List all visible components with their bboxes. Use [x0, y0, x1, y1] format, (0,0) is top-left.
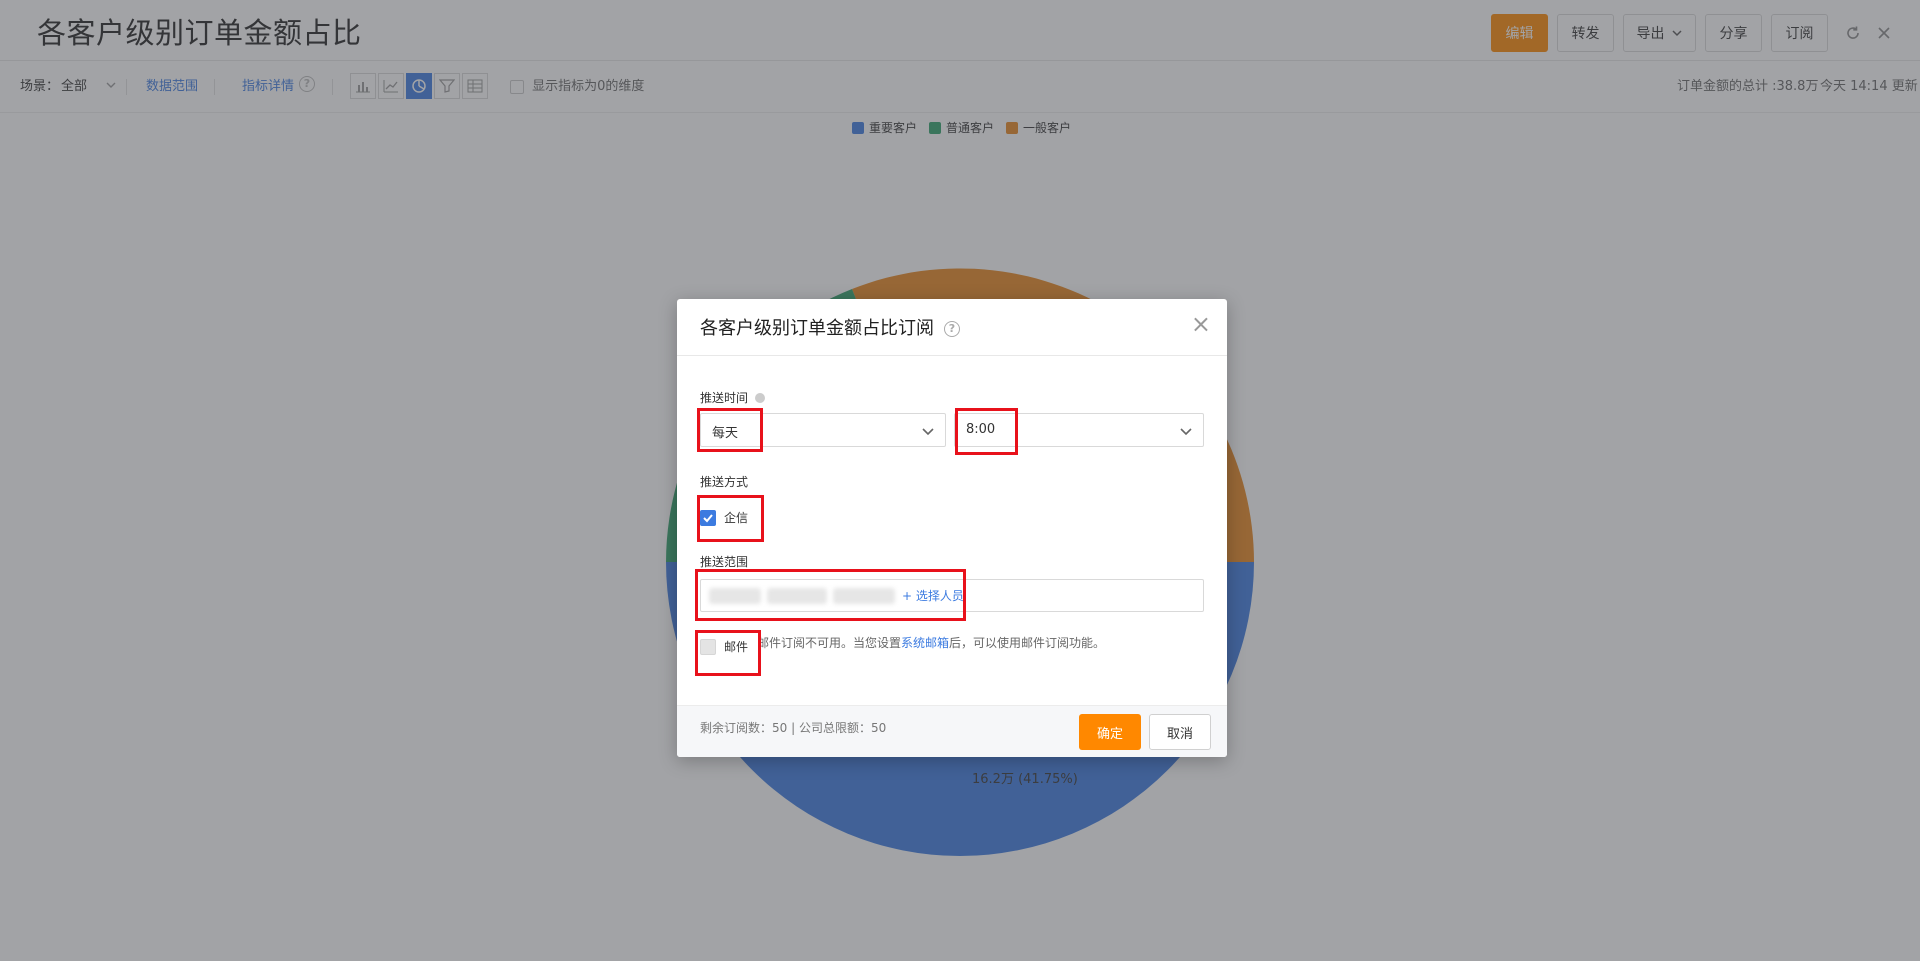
dialog-header: 各客户级别订单金额占比订阅? ×: [677, 299, 1227, 356]
frequency-select[interactable]: 每天: [700, 413, 946, 447]
push-scope-label: 推送范围: [700, 555, 749, 569]
cancel-button[interactable]: 取消: [1149, 714, 1211, 750]
confirm-button[interactable]: 确定: [1079, 714, 1141, 750]
add-person-link[interactable]: + 选择人员: [902, 587, 964, 604]
checkbox-checked[interactable]: [700, 509, 716, 526]
frequency-value: 每天: [712, 426, 739, 441]
mail-note-prefix: 邮件订阅不可用。当您设置: [757, 636, 902, 650]
mail-checkbox[interactable]: 邮件: [700, 638, 748, 655]
recipient-field[interactable]: + 选择人员: [700, 579, 1204, 612]
mail-note-suffix: 后，可以使用邮件订阅功能。: [949, 636, 1106, 650]
dialog-title-text: 各客户级别订单金额占比订阅: [700, 318, 934, 339]
dialog-footer: 剩余订阅数：50 | 公司总限额：50 确定 取消: [677, 705, 1227, 757]
system-mailbox-link[interactable]: 系统邮箱: [901, 636, 949, 650]
qixin-checkbox[interactable]: 企信: [700, 509, 748, 526]
subscription-dialog: 各客户级别订单金额占比订阅? × 推送时间 每天 8:00 推送方式 企信 推送…: [677, 299, 1227, 757]
check-icon: [703, 513, 713, 522]
push-time-label-text: 推送时间: [700, 391, 749, 405]
dialog-title: 各客户级别订单金额占比订阅?: [700, 314, 960, 340]
qixin-label: 企信: [724, 511, 749, 525]
recipient-chip[interactable]: [767, 588, 827, 604]
mail-label: 邮件: [724, 640, 749, 654]
chevron-down-icon: [922, 428, 934, 436]
mail-unavailable-note: 邮件订阅不可用。当您设置系统邮箱后，可以使用邮件订阅功能。: [757, 634, 1105, 651]
time-select[interactable]: 8:00: [954, 413, 1204, 447]
time-value: 8:00: [966, 422, 996, 437]
recipient-chip[interactable]: [709, 588, 761, 604]
close-icon[interactable]: ×: [1191, 312, 1211, 336]
info-icon: [754, 393, 765, 403]
push-method-label: 推送方式: [700, 475, 749, 489]
help-icon[interactable]: ?: [944, 320, 960, 337]
checkbox-unchecked[interactable]: [700, 638, 716, 655]
chevron-down-icon: [1180, 428, 1192, 436]
push-time-label: 推送时间: [700, 389, 765, 406]
recipient-chip[interactable]: [833, 588, 895, 604]
quota-text: 剩余订阅数：50 | 公司总限额：50: [700, 721, 887, 735]
